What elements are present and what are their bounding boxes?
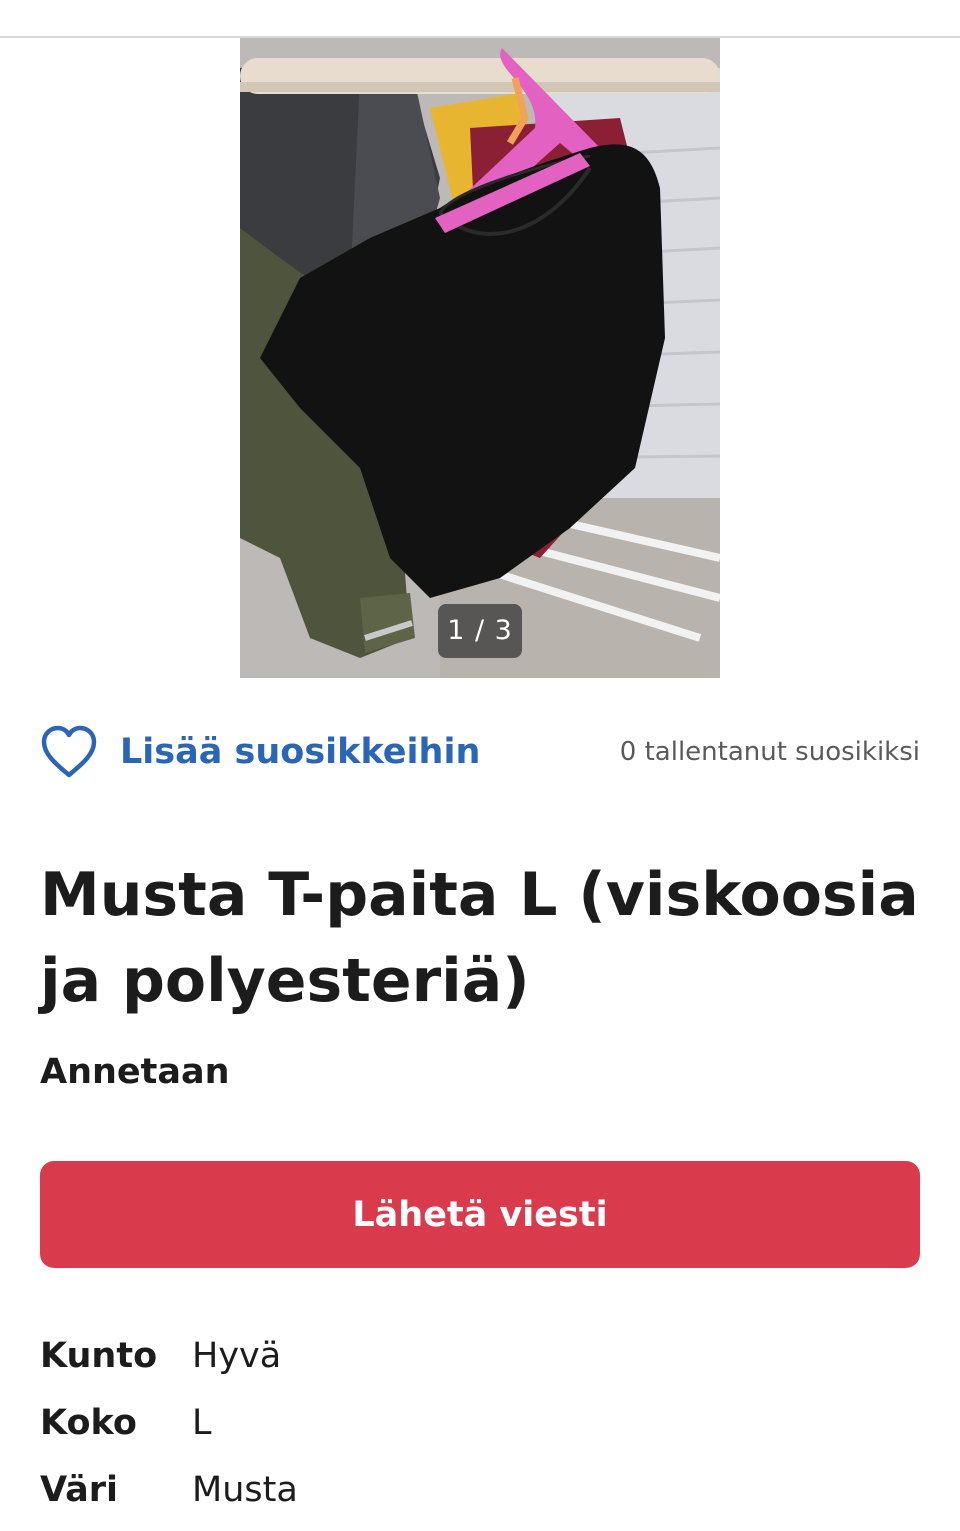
detail-row-color: Väri Musta — [40, 1456, 920, 1523]
detail-value: Hyvä — [192, 1335, 282, 1376]
photo-illustration — [240, 38, 720, 678]
send-message-button[interactable]: Lähetä viesti — [40, 1161, 920, 1268]
listing-page: 1 / 3 Lisää suosikkeihin 0 tallentanut s… — [0, 0, 960, 1531]
listing-price: Annetaan — [40, 1052, 230, 1092]
heart-outline-icon — [40, 725, 98, 779]
favorites-label: Lisää suosikkeihin — [120, 732, 481, 772]
detail-key: Kunto — [40, 1335, 158, 1376]
detail-value: L — [192, 1402, 212, 1443]
listing-photo[interactable]: 1 / 3 — [240, 38, 720, 678]
detail-key: Koko — [40, 1402, 137, 1443]
listing-title: Musta T-paita L (viskoosia ja polyesteri… — [40, 860, 919, 1016]
detail-key: Väri — [40, 1469, 119, 1510]
image-counter: 1 / 3 — [438, 604, 522, 658]
favorites-count: 0 tallentanut suosikiksi — [619, 737, 920, 767]
details-list: Kunto Hyvä Koko L Väri Musta — [40, 1322, 920, 1523]
add-to-favorites-button[interactable]: Lisää suosikkeihin — [40, 722, 480, 782]
detail-value: Musta — [192, 1469, 298, 1510]
detail-row-size: Koko L — [40, 1389, 920, 1456]
favorites-row: Lisää suosikkeihin 0 tallentanut suosiki… — [40, 722, 920, 782]
detail-row-condition: Kunto Hyvä — [40, 1322, 920, 1389]
